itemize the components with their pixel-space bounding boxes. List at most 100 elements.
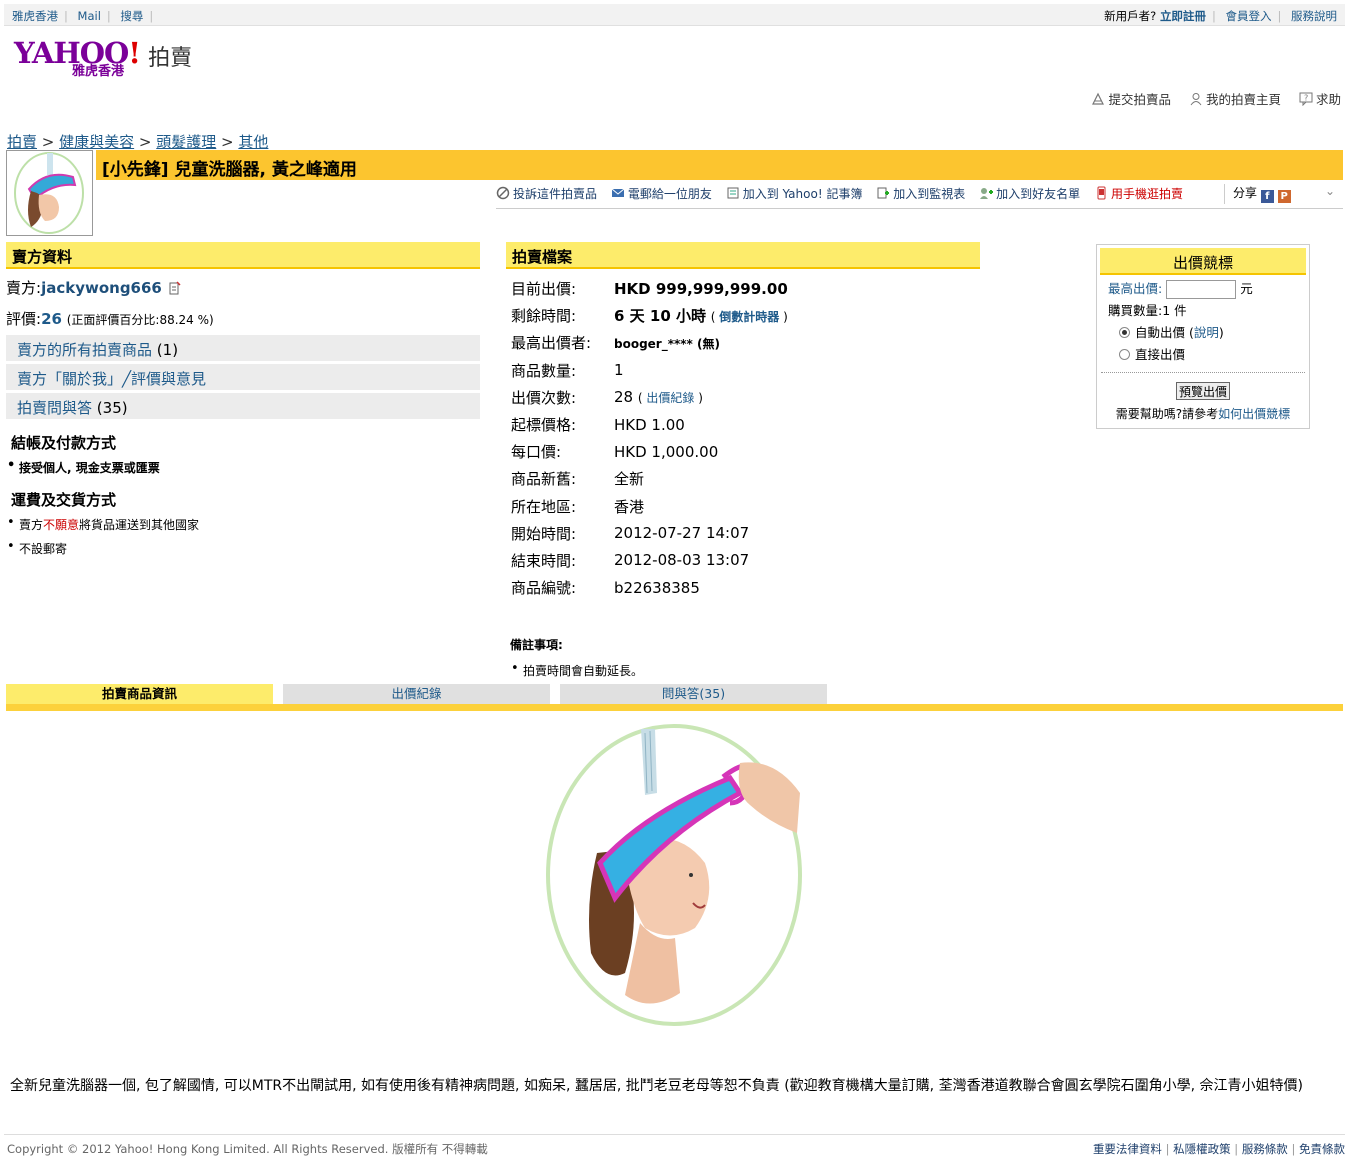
user-icon: [1190, 93, 1202, 106]
max-bid-input[interactable]: [1166, 280, 1237, 299]
countdown-link[interactable]: 倒數計時器: [719, 310, 779, 324]
yahoo-hk-link[interactable]: 雅虎香港: [12, 9, 58, 23]
seller-about-link[interactable]: 賣方「關於我」╱評價與意見: [17, 370, 206, 388]
footer: Copyright © 2012 Yahoo! Hong Kong Limite…: [4, 1134, 1345, 1164]
disclaimer-link[interactable]: 免責條款: [1299, 1142, 1345, 1156]
breadcrumb-auction[interactable]: 拍賣: [7, 133, 37, 151]
mobile-phone-icon: [1097, 186, 1106, 200]
bids-row: 出價次數: 28 ( 出價紀錄 ): [511, 388, 703, 407]
seller-qa-link[interactable]: 拍賣問與答: [17, 399, 92, 417]
terms-link[interactable]: 服務條款: [1242, 1142, 1288, 1156]
help-action[interactable]: ? 求助: [1299, 92, 1341, 107]
auction-info-panel: 拍賣檔案 目前出價: HKD 999,999,999.00 剩餘時間: 6 天 10…: [506, 242, 980, 601]
header-actions: 提交拍賣品 我的拍賣主頁 ? 求助: [1077, 89, 1341, 108]
item-title: [小先鋒] 兒童洗腦器, 黃之峰適用: [102, 160, 357, 180]
child-wash-thumbnail-image: [14, 152, 84, 234]
bid-history-link[interactable]: 出價紀錄: [646, 391, 694, 405]
mobile-auction-link[interactable]: 用手機逛拍賣: [1094, 186, 1183, 201]
seller-header: 賣方資料: [6, 242, 480, 269]
yahoo-hk-text: 雅虎香港: [72, 64, 125, 79]
add-notebook-link[interactable]: 加入到 Yahoo! 記事簿: [726, 187, 867, 201]
add-watchlist-link[interactable]: 加入到監視表: [876, 187, 969, 201]
seller-panel: 賣方資料 賣方:jackywong666 評價:26 (正面評價百分比:88.2…: [6, 242, 480, 557]
breadcrumb-health-beauty[interactable]: 健康與美容: [59, 133, 134, 151]
mail-link[interactable]: Mail: [78, 9, 101, 23]
tab-bid-history[interactable]: 出價紀錄: [283, 684, 550, 704]
envelope-icon: [611, 188, 625, 197]
plurk-icon[interactable]: P: [1277, 190, 1291, 203]
end-time-value: 2012-08-03 13:07: [614, 551, 750, 570]
item-tabs: 拍賣商品資訊 出價紀錄 問與答(35): [6, 684, 1343, 712]
auction-header: 拍賣檔案: [506, 242, 980, 269]
max-bid-row: 最高出價: 元: [1097, 278, 1309, 300]
seller-about-row: 賣方「關於我」╱評價與意見: [6, 364, 480, 390]
auto-bid-radio[interactable]: [1119, 327, 1130, 338]
help-link[interactable]: 服務說明: [1291, 9, 1337, 23]
yahoo-auction-logo[interactable]: YAHOO! 雅虎香港 拍賣: [14, 36, 193, 79]
add-friends-link[interactable]: 加入到好友名單: [979, 187, 1084, 201]
divider: [1101, 372, 1305, 373]
register-link[interactable]: 立即註冊: [1160, 9, 1206, 23]
submit-item-action[interactable]: 提交拍賣品: [1091, 92, 1175, 107]
memo-icon[interactable]: [167, 281, 181, 295]
product-thumbnail[interactable]: [6, 150, 93, 236]
watchlist-add-icon: [877, 187, 890, 199]
top-bidder-row: 最高出價者: booger_**** (無): [511, 334, 720, 353]
top-bidder-value: booger_**** (無): [614, 336, 720, 351]
seller-qa-row: 拍賣問與答 (35): [6, 393, 480, 419]
direct-bid-radio[interactable]: [1119, 349, 1130, 360]
item-toolbar: 投訴這件拍賣品 電郵給一位朋友 加入到 Yahoo! 記事簿 加入到監視表 加入…: [496, 184, 1343, 209]
report-item-link[interactable]: 投訴這件拍賣品: [496, 186, 601, 201]
quantity-line: 購買數量:1 件: [1108, 303, 1187, 318]
payment-header: 結帳及付款方式: [11, 434, 117, 452]
privacy-link[interactable]: 私隱權政策: [1173, 1142, 1231, 1156]
time-left-row: 剩餘時間: 6 天 10 小時 ( 倒數計時器 ): [511, 307, 788, 326]
location-row: 所在地區: 香港: [506, 493, 788, 520]
copyright: Copyright © 2012 Yahoo! Hong Kong Limite…: [7, 1142, 488, 1156]
tab-qa[interactable]: 問與答(35): [560, 684, 827, 704]
end-time-row: 結束時間: 2012-08-03 13:07: [506, 547, 788, 574]
tab-item-info[interactable]: 拍賣商品資訊: [6, 684, 273, 704]
my-auction-action[interactable]: 我的拍賣主頁: [1189, 92, 1285, 107]
child-hair-wash-photo: [546, 724, 802, 1026]
shipping-item: 賣方不願意將貨品運送到其他國家: [6, 515, 480, 533]
time-left-value: 6 天 10 小時: [614, 307, 706, 326]
notes-header: 備註事項:: [510, 638, 563, 652]
direct-bid-option[interactable]: 直接出價: [1097, 344, 1309, 366]
search-link[interactable]: 搜尋: [120, 9, 143, 23]
notebook-icon: [727, 187, 739, 199]
start-time-row: 開始時間: 2012-07-27 14:07: [506, 520, 788, 547]
how-to-bid-link[interactable]: 如何出價競標: [1218, 407, 1290, 421]
forbidden-icon: [496, 186, 510, 200]
facebook-icon[interactable]: f: [1260, 190, 1274, 203]
seller-all-items-row: 賣方的所有拍賣商品 (1): [6, 335, 480, 361]
share-box: 分享 f P ⌄: [1224, 184, 1343, 204]
login-link[interactable]: 會員登入: [1225, 9, 1271, 23]
footer-links: 重要法律資料 | 私隱權政策 | 服務條款 | 免責條款: [1092, 1142, 1345, 1156]
max-bid-label: 最高出價:: [1108, 281, 1163, 296]
auto-bid-option[interactable]: 自動出價 (說明): [1097, 322, 1309, 344]
tab-bar: [6, 704, 1343, 711]
bid-box-header: 出價競標: [1100, 248, 1306, 275]
breadcrumb-other[interactable]: 其他: [238, 133, 268, 151]
auction-wordmark: 拍賣: [148, 46, 193, 71]
share-label: 分享: [1233, 186, 1258, 200]
bid-box: 出價競標 最高出價: 元 購買數量:1 件 自動出價 (說明) 直接出價 預覽出…: [1096, 244, 1310, 429]
quantity-value: 1: [614, 361, 624, 380]
seller-name-link[interactable]: jackywong666: [41, 279, 162, 297]
rating-value-link[interactable]: 26: [41, 310, 62, 328]
bids-value: 28: [614, 388, 634, 407]
rating-percent: (正面評價百分比:88.24 %): [66, 313, 214, 327]
legal-link[interactable]: 重要法律資料: [1093, 1142, 1162, 1156]
submit-icon: [1092, 92, 1105, 105]
breadcrumb-hair-care[interactable]: 頭髮護理: [156, 133, 216, 151]
explain-link[interactable]: 說明: [1194, 325, 1219, 340]
auction-info-table: 目前出價: HKD 999,999,999.00 剩餘時間: 6 天 10 小時 (…: [506, 275, 788, 601]
quantity-row: 商品數量: 1: [506, 357, 788, 384]
preview-bid-button[interactable]: 預覽出價: [1176, 382, 1230, 400]
chevron-down-icon[interactable]: ⌄: [1325, 184, 1335, 198]
seller-all-items-link[interactable]: 賣方的所有拍賣商品: [17, 341, 152, 359]
email-friend-link[interactable]: 電郵給一位朋友: [611, 187, 716, 201]
svg-text:?: ?: [1304, 94, 1308, 103]
top-bar: 雅虎香港 | Mail | 搜尋 | 新用戶者? 立即註冊 | 會員登入 | 服務說明: [4, 4, 1345, 26]
